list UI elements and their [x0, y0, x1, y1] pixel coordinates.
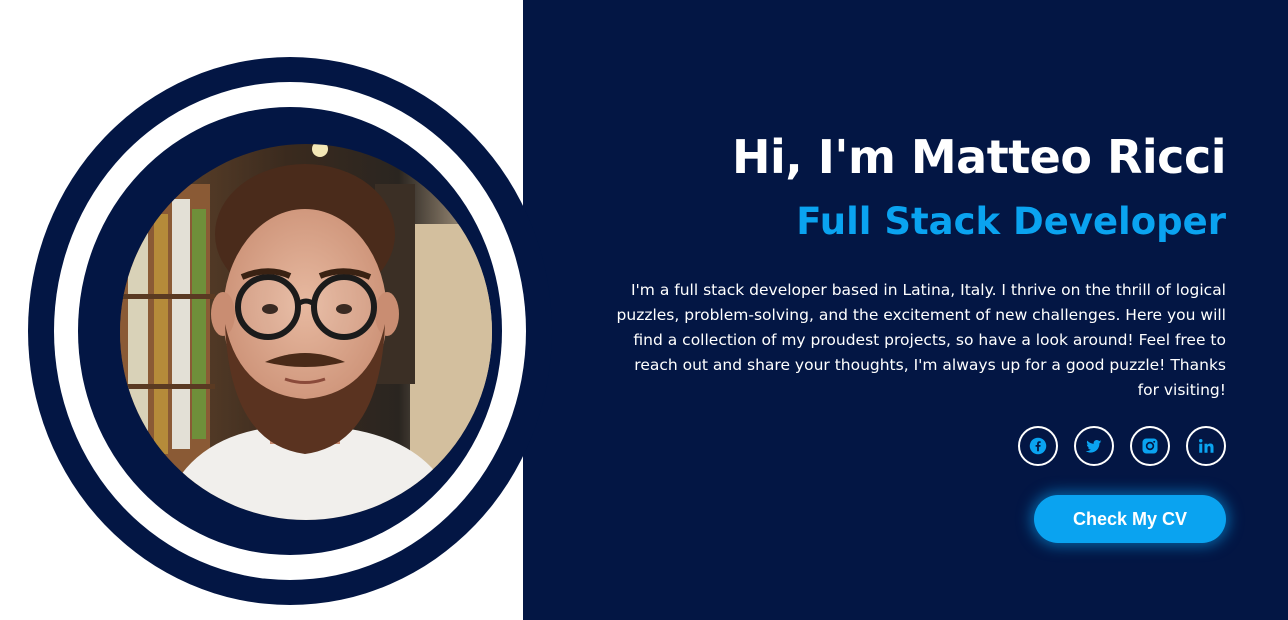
twitter-link[interactable] — [1074, 426, 1114, 466]
social-links — [1018, 426, 1226, 466]
hero-section: Hi, I'm Matteo Ricci Full Stack Develope… — [0, 0, 1288, 620]
instagram-link[interactable] — [1130, 426, 1170, 466]
hero-headline: Hi, I'm Matteo Ricci — [731, 130, 1227, 184]
check-cv-button[interactable]: Check My CV — [1034, 495, 1226, 543]
twitter-icon — [1085, 439, 1102, 453]
hero-bio: I'm a full stack developer based in Lati… — [616, 281, 1226, 399]
portrait-frame — [28, 57, 552, 605]
linkedin-icon — [1199, 439, 1214, 453]
instagram-icon — [1142, 438, 1158, 454]
profile-photo — [120, 144, 492, 520]
linkedin-link[interactable] — [1186, 426, 1226, 466]
facebook-icon — [1029, 437, 1047, 455]
facebook-link[interactable] — [1018, 426, 1058, 466]
hero-role-title: Full Stack Developer — [796, 200, 1226, 243]
